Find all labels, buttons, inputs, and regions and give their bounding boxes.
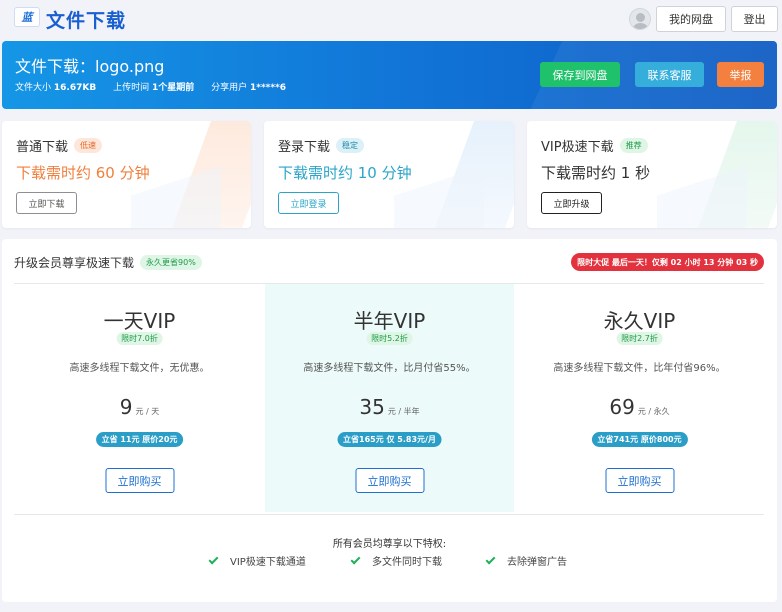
buy-now-button[interactable]: 立即购买 bbox=[605, 468, 674, 493]
plan-discount-badge: 限时7.0折 bbox=[116, 332, 163, 345]
plan-name: 半年VIP bbox=[353, 309, 426, 333]
speed-badge: 推荐 bbox=[619, 138, 648, 153]
sharer-label: 分享用户 bbox=[211, 83, 248, 93]
plan-discount-badge: 限时2.7折 bbox=[616, 332, 663, 345]
download-time: 下载需时约 10 分钟 bbox=[278, 164, 412, 182]
plan-savings-badge: 立省165元 仅 5.83元/月 bbox=[337, 432, 442, 447]
download-time: 下载需时约 1 秒 bbox=[541, 164, 651, 182]
card-decoration bbox=[657, 166, 747, 228]
upload-time-label: 上传时间 bbox=[113, 83, 150, 93]
top-bar: 蓝 文件下载 我的网盘 登出 bbox=[0, 0, 782, 38]
vip-heading-text: 升级会员尊享极速下载 bbox=[14, 256, 135, 270]
plan-name: 永久VIP bbox=[603, 309, 676, 333]
plan-price-value: 69 bbox=[609, 395, 635, 419]
plan-discount-badge: 限时5.2折 bbox=[366, 332, 413, 345]
privilege-text: 多文件同时下载 bbox=[372, 557, 442, 568]
plan-savings-badge: 立省 11元 原价20元 bbox=[95, 432, 184, 447]
file-size: 16.67KB bbox=[53, 83, 97, 93]
buy-now-button[interactable]: 立即购买 bbox=[105, 468, 174, 493]
privileges-title: 所有会员均尊享以下特权: bbox=[332, 539, 447, 550]
card-title-text: VIP极速下载 bbox=[541, 140, 614, 155]
plan-name: 一天VIP bbox=[103, 309, 176, 333]
divider bbox=[14, 514, 764, 515]
plan-price-value: 35 bbox=[359, 395, 385, 419]
card-title: 登录下载 稳定 bbox=[278, 136, 365, 155]
buy-now-button[interactable]: 立即购买 bbox=[355, 468, 424, 493]
logo-icon: 蓝 bbox=[21, 11, 33, 24]
privilege-item: 多文件同时下载 bbox=[350, 553, 442, 568]
vip-panel: 升级会员尊享极速下载 永久更省90% 限时大促 最后一天！仅剩 02 小时 13… bbox=[2, 239, 777, 602]
speed-badge: 稳定 bbox=[336, 138, 365, 153]
upload-time: 1个星期前 bbox=[151, 83, 195, 93]
plan-price: 35 元 / 半年 bbox=[265, 395, 514, 419]
upgrade-now-button[interactable]: 立即升级 bbox=[541, 192, 602, 214]
privilege-text: VIP极速下载通道 bbox=[230, 557, 306, 568]
plan-description: 高速多线程下载文件，比月付省55%。 bbox=[303, 363, 476, 374]
check-icon bbox=[350, 554, 361, 564]
logout-button[interactable]: 登出 bbox=[731, 6, 778, 32]
file-banner: 文件下载：logo.png 文件大小 16.67KB 上传时间 1个星期前 分享… bbox=[2, 41, 777, 109]
plan-one-day: 一天VIP 限时7.0折 高速多线程下载文件，无优惠。 9元 / 天 立省 11… bbox=[15, 284, 264, 512]
download-time: 下载需时约 60 分钟 bbox=[16, 164, 150, 182]
download-now-button[interactable]: 立即下载 bbox=[16, 192, 77, 214]
card-login-download: 登录下载 稳定 下载需时约 10 分钟 立即登录 bbox=[264, 121, 514, 228]
plan-half-year: 半年VIP 限时5.2折 高速多线程下载文件，比月付省55%。 35 元 / 半年… bbox=[265, 284, 514, 512]
login-now-button[interactable]: 立即登录 bbox=[278, 192, 339, 214]
plan-description: 高速多线程下载文件，比年付省96%。 bbox=[553, 363, 726, 374]
vip-heading: 升级会员尊享极速下载 永久更省90% bbox=[14, 254, 202, 271]
card-title: 普通下载 低速 bbox=[16, 136, 103, 155]
user-avatar-icon[interactable] bbox=[629, 8, 651, 30]
site-logo[interactable]: 蓝 bbox=[14, 7, 40, 27]
check-icon bbox=[485, 554, 496, 564]
contact-support-button[interactable]: 联系客服 bbox=[635, 62, 704, 87]
file-meta: 文件大小 16.67KB 上传时间 1个星期前 分享用户 1*****6 bbox=[15, 80, 286, 93]
report-button[interactable]: 举报 bbox=[717, 62, 764, 87]
privilege-text: 去除弹窗广告 bbox=[507, 557, 567, 568]
card-normal-download: 普通下载 低速 下载需时约 60 分钟 立即下载 bbox=[2, 121, 251, 228]
plan-savings-badge: 立省741元 原价800元 bbox=[591, 432, 688, 447]
plan-price-unit: 元 / 天 bbox=[135, 407, 160, 416]
site-title: 文件下载 bbox=[46, 10, 127, 32]
card-title-text: 普通下载 bbox=[16, 140, 69, 155]
file-size-label: 文件大小 bbox=[15, 83, 52, 93]
sharer: 1*****6 bbox=[250, 83, 287, 93]
plan-price-value: 9 bbox=[119, 395, 133, 419]
card-vip-download: VIP极速下载 推荐 下载需时约 1 秒 立即升级 bbox=[527, 121, 777, 228]
plan-lifetime: 永久VIP 限时2.7折 高速多线程下载文件，比年付省96%。 69 元 / 永久… bbox=[515, 284, 764, 512]
save-to-disk-button[interactable]: 保存到网盘 bbox=[540, 62, 620, 87]
promo-countdown-badge: 限时大促 最后一天！仅剩 02 小时 13 分钟 03 秒 bbox=[571, 253, 764, 271]
privilege-item: 去除弹窗广告 bbox=[485, 553, 567, 568]
card-title: VIP极速下载 推荐 bbox=[541, 136, 648, 155]
plan-price: 69 元 / 永久 bbox=[515, 395, 764, 419]
my-disk-button[interactable]: 我的网盘 bbox=[656, 6, 726, 32]
card-title-text: 登录下载 bbox=[278, 140, 331, 155]
privilege-item: VIP极速下载通道 bbox=[208, 553, 306, 568]
check-icon bbox=[208, 554, 219, 564]
speed-badge: 低速 bbox=[74, 138, 103, 153]
plan-description: 高速多线程下载文件，无优惠。 bbox=[69, 363, 210, 374]
plan-price-unit: 元 / 半年 bbox=[387, 407, 420, 416]
vip-heading-badge: 永久更省90% bbox=[140, 255, 202, 270]
plan-price-unit: 元 / 永久 bbox=[637, 407, 670, 416]
plan-price: 9元 / 天 bbox=[15, 395, 264, 419]
file-title: 文件下载：logo.png bbox=[15, 57, 165, 76]
